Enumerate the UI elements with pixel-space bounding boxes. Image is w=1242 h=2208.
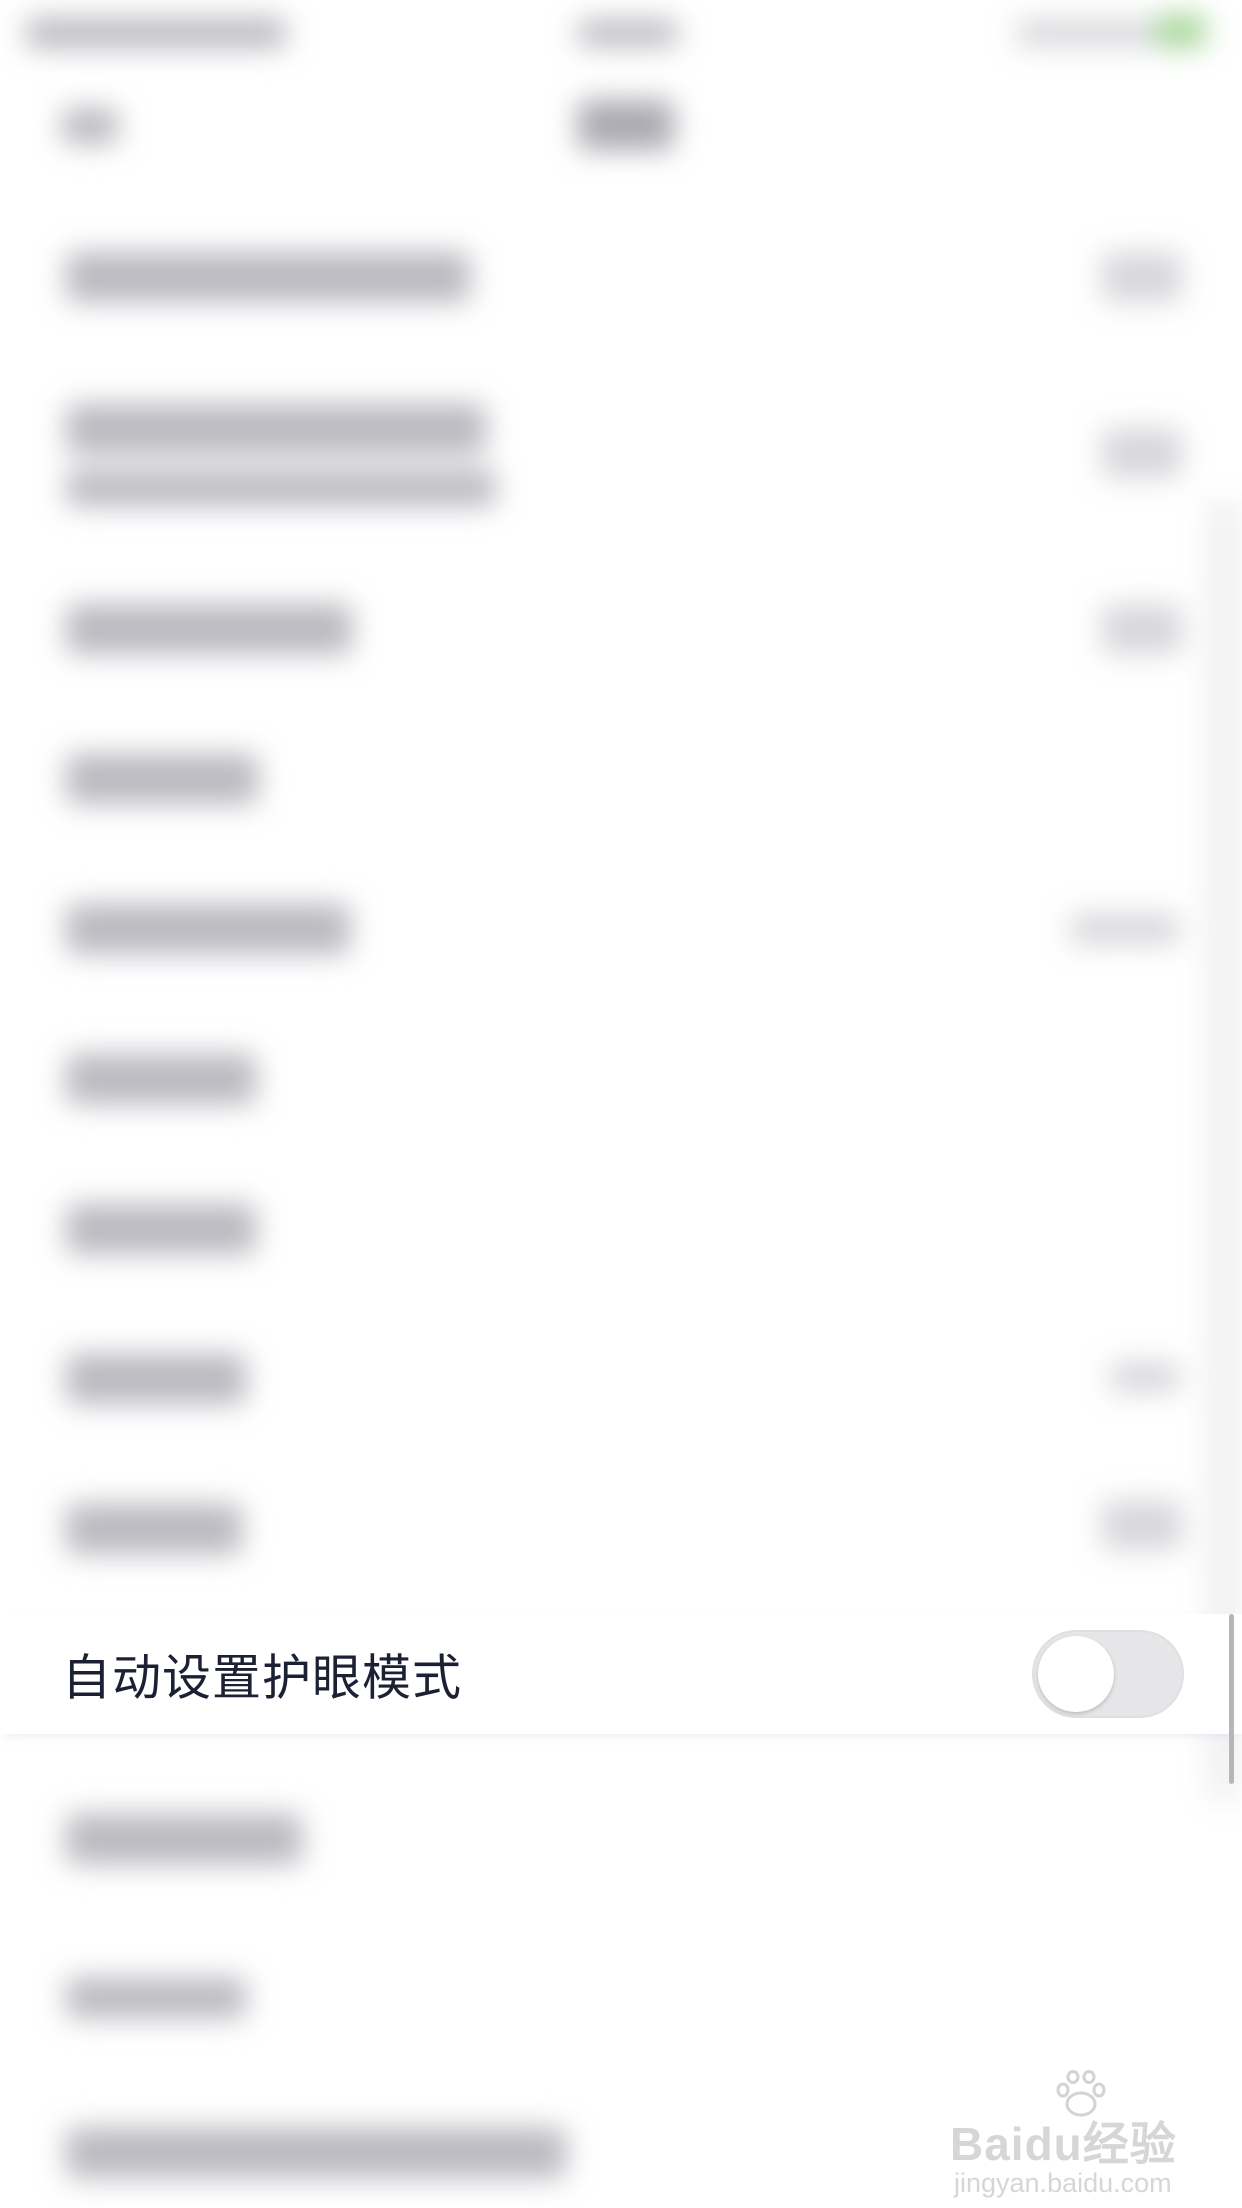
auto-eye-protection-row[interactable]: 自动设置护眼模式: [0, 1614, 1242, 1734]
watermark-logo: Baidu经验: [950, 2118, 1177, 2170]
baidu-jingyan-watermark: Baidu经验 jingyan.baidu.com: [950, 2068, 1190, 2198]
blurred-settings-background: [0, 0, 1242, 2208]
watermark-url: jingyan.baidu.com: [954, 2168, 1172, 2198]
auto-eye-protection-toggle[interactable]: [1032, 1630, 1184, 1718]
toggle-knob: [1038, 1636, 1114, 1712]
auto-eye-protection-label: 自动设置护眼模式: [62, 1649, 463, 1707]
scroll-indicator: [1229, 1614, 1234, 1784]
